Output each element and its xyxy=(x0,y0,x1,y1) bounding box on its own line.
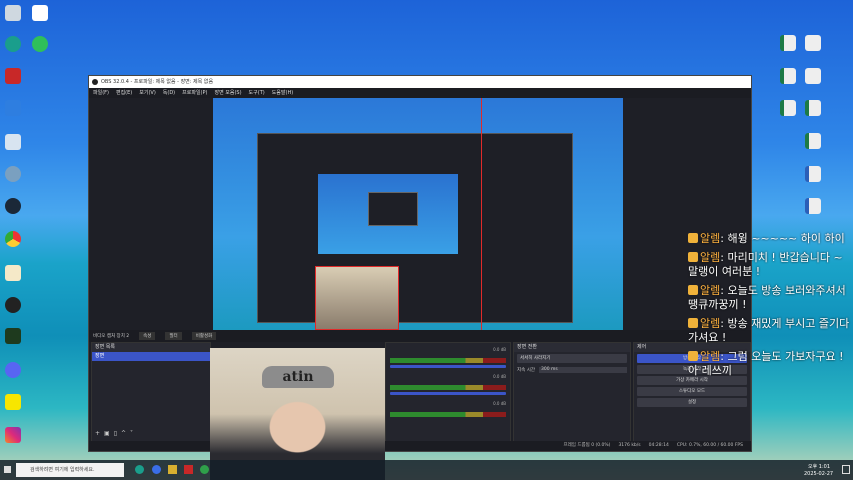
volume-slider[interactable] xyxy=(390,392,506,395)
desktop-icon-word[interactable] xyxy=(800,166,826,183)
settings-button[interactable]: 설정 xyxy=(637,398,747,407)
crown-icon xyxy=(688,233,698,243)
menu-tools[interactable]: 도구(T) xyxy=(249,88,265,98)
desktop-icon-steam[interactable] xyxy=(0,198,26,215)
scene-actions[interactable]: +▣▯^˅ xyxy=(95,430,137,437)
taskbar-icon[interactable] xyxy=(184,465,193,474)
scenes-header: 장면 목록 xyxy=(92,343,210,352)
bitrate: 3176 kb/s xyxy=(618,443,641,448)
menu-view[interactable]: 보기(V) xyxy=(139,88,156,98)
desktop-icon-app[interactable] xyxy=(0,328,26,345)
search-box[interactable]: 검색하려면 여기에 입력하세요. xyxy=(16,463,124,477)
desktop-icon-chrome[interactable] xyxy=(0,231,26,248)
deactivate-button[interactable]: 비활성화 xyxy=(191,332,217,340)
desktop-icon-file[interactable] xyxy=(800,35,826,52)
status-bar: 프레임 드롭됨 0 (0.0%) 3176 kb/s 04:28:14 CPU:… xyxy=(89,441,751,451)
desktop-icon-excel[interactable] xyxy=(775,35,801,52)
chat-message: 알렘: 마리미치 ! 반갑습니다 ~ 말랭이 여러분 ! xyxy=(688,250,843,278)
preview-canvas[interactable] xyxy=(213,98,623,330)
edge-taskbar-icon[interactable] xyxy=(135,465,144,474)
obs-window: OBS 32.0.4 - 프로파일: 제목 없음 - 장면: 제목 없음 파일(… xyxy=(88,75,752,452)
taskbar: 검색하려면 여기에 입력하세요. 오후 1:01 2025-02-27 xyxy=(0,460,853,480)
window-title: OBS 32.0.4 - 프로파일: 제목 없음 - 장면: 제목 없음 xyxy=(89,76,751,88)
desktop-icon-capcut[interactable] xyxy=(27,5,53,22)
notification-icon[interactable] xyxy=(842,465,850,474)
desktop-icon-recycle-bin[interactable] xyxy=(0,5,26,22)
chat-message: 알렘: 그럼 오늘도 가보자구요 ! 아 레쓰끼 xyxy=(688,349,844,377)
transitions-dock: 장면 전환 서서히 사라지기 지속 시간 300 ms xyxy=(513,342,631,442)
guide-line xyxy=(481,98,482,330)
duration-label: 지속 시간 xyxy=(517,368,535,373)
clock-date[interactable]: 2025-02-27 xyxy=(804,471,833,477)
scenes-dock: 장면 목록 장면 +▣▯^˅ xyxy=(91,342,211,442)
crown-icon xyxy=(688,251,698,262)
desktop-icon-obs[interactable] xyxy=(0,297,26,314)
transitions-header: 장면 전환 xyxy=(514,343,630,352)
desktop-icon-app[interactable] xyxy=(0,100,26,117)
menu-file[interactable]: 파일(F) xyxy=(93,88,109,98)
desktop-icon-app[interactable] xyxy=(0,134,26,151)
headband-text: atin xyxy=(262,366,334,388)
menu-bar: 파일(F) 편집(E) 보기(V) 독(D) 프로파일(P) 장면 모음(S) … xyxy=(89,88,751,98)
chat-overlay: 알렘: 해윙 ~~~~~ 하이 하이 알렘: 마리미치 ! 반갑습니다 ~ 말랭… xyxy=(688,232,853,383)
menu-profile[interactable]: 프로파일(P) xyxy=(182,88,207,98)
properties-button[interactable]: 속성 xyxy=(139,332,156,340)
filters-button[interactable]: 필터 xyxy=(165,332,182,340)
studio-mode-button[interactable]: 스튜디오 모드 xyxy=(637,387,747,396)
crown-icon xyxy=(688,317,698,328)
nested-preview xyxy=(257,133,573,323)
desktop-icon-app[interactable] xyxy=(0,68,26,85)
nested-preview-inner2 xyxy=(368,192,418,226)
menu-help[interactable]: 도움말(H) xyxy=(272,88,293,98)
menu-scene-collection[interactable]: 장면 모음(S) xyxy=(214,88,241,98)
webcam-source-selected[interactable] xyxy=(315,266,399,330)
desktop-icon-excel[interactable] xyxy=(800,100,826,117)
mixer-level: 0.0 dB xyxy=(493,374,506,379)
chrome-taskbar-icon[interactable] xyxy=(200,465,209,474)
crown-icon xyxy=(688,284,698,295)
scene-item[interactable]: 장면 xyxy=(92,352,210,361)
chat-message: 알렘: 해윙 ~~~~~ 하이 하이 xyxy=(688,232,853,247)
nested-preview-inner xyxy=(318,174,458,254)
desktop-icon-kakaotalk[interactable] xyxy=(0,394,26,411)
desktop-icon-excel[interactable] xyxy=(775,100,801,117)
desktop-icon-discord[interactable] xyxy=(0,362,26,379)
explorer-taskbar-icon[interactable] xyxy=(168,465,177,474)
mixer-level: 0.0 dB xyxy=(493,347,506,352)
stream-time: 04:28:14 xyxy=(648,443,669,448)
taskbar-icon[interactable] xyxy=(152,465,161,474)
audio-mixer-dock: 0.0 dB 0.0 dB 0.0 dB xyxy=(385,342,511,442)
desktop-icon-word[interactable] xyxy=(800,198,826,215)
desktop-icon-instagram[interactable] xyxy=(0,427,26,444)
menu-edit[interactable]: 편집(E) xyxy=(116,88,132,98)
volume-meter xyxy=(390,358,506,363)
desktop-icon-file[interactable] xyxy=(0,265,26,282)
menu-dock[interactable]: 독(D) xyxy=(163,88,175,98)
volume-meter xyxy=(390,385,506,390)
volume-slider[interactable] xyxy=(390,365,506,368)
chat-message: 알렘: 방송 재밌게 부시고 즐기다 가셔요 ! xyxy=(688,316,850,344)
start-icon[interactable] xyxy=(4,466,11,473)
desktop-icon-excel[interactable] xyxy=(775,68,801,85)
desktop-icon-edge[interactable] xyxy=(0,36,26,53)
desktop-icon-file[interactable] xyxy=(800,68,826,85)
desktop-icon-app[interactable] xyxy=(0,166,26,183)
chat-message: 알렘: 오늘도 방송 보러와주셔서 땡큐까꿍끼 ! xyxy=(688,283,846,311)
selected-source: 비디오 캡처 장치 2 xyxy=(93,334,130,339)
source-toolbar: 비디오 캡처 장치 2 속성 필터 비활성화 xyxy=(89,330,751,342)
duration-input[interactable]: 300 ms xyxy=(539,367,627,373)
desktop-icon-excel[interactable] xyxy=(800,133,826,150)
transition-select[interactable]: 서서히 사라지기 xyxy=(517,354,627,363)
mixer-level: 0.0 dB xyxy=(493,401,506,406)
cpu-fps: CPU: 0.7%, 60.00 / 60.00 FPS xyxy=(676,443,743,448)
crown-icon xyxy=(688,350,698,361)
clock-time[interactable]: 오후 1:01 xyxy=(808,463,830,470)
dropped-frames: 프레임 드롭됨 0 (0.0%) xyxy=(563,443,611,448)
volume-meter xyxy=(390,412,506,417)
desktop-icon-app[interactable] xyxy=(27,36,53,53)
